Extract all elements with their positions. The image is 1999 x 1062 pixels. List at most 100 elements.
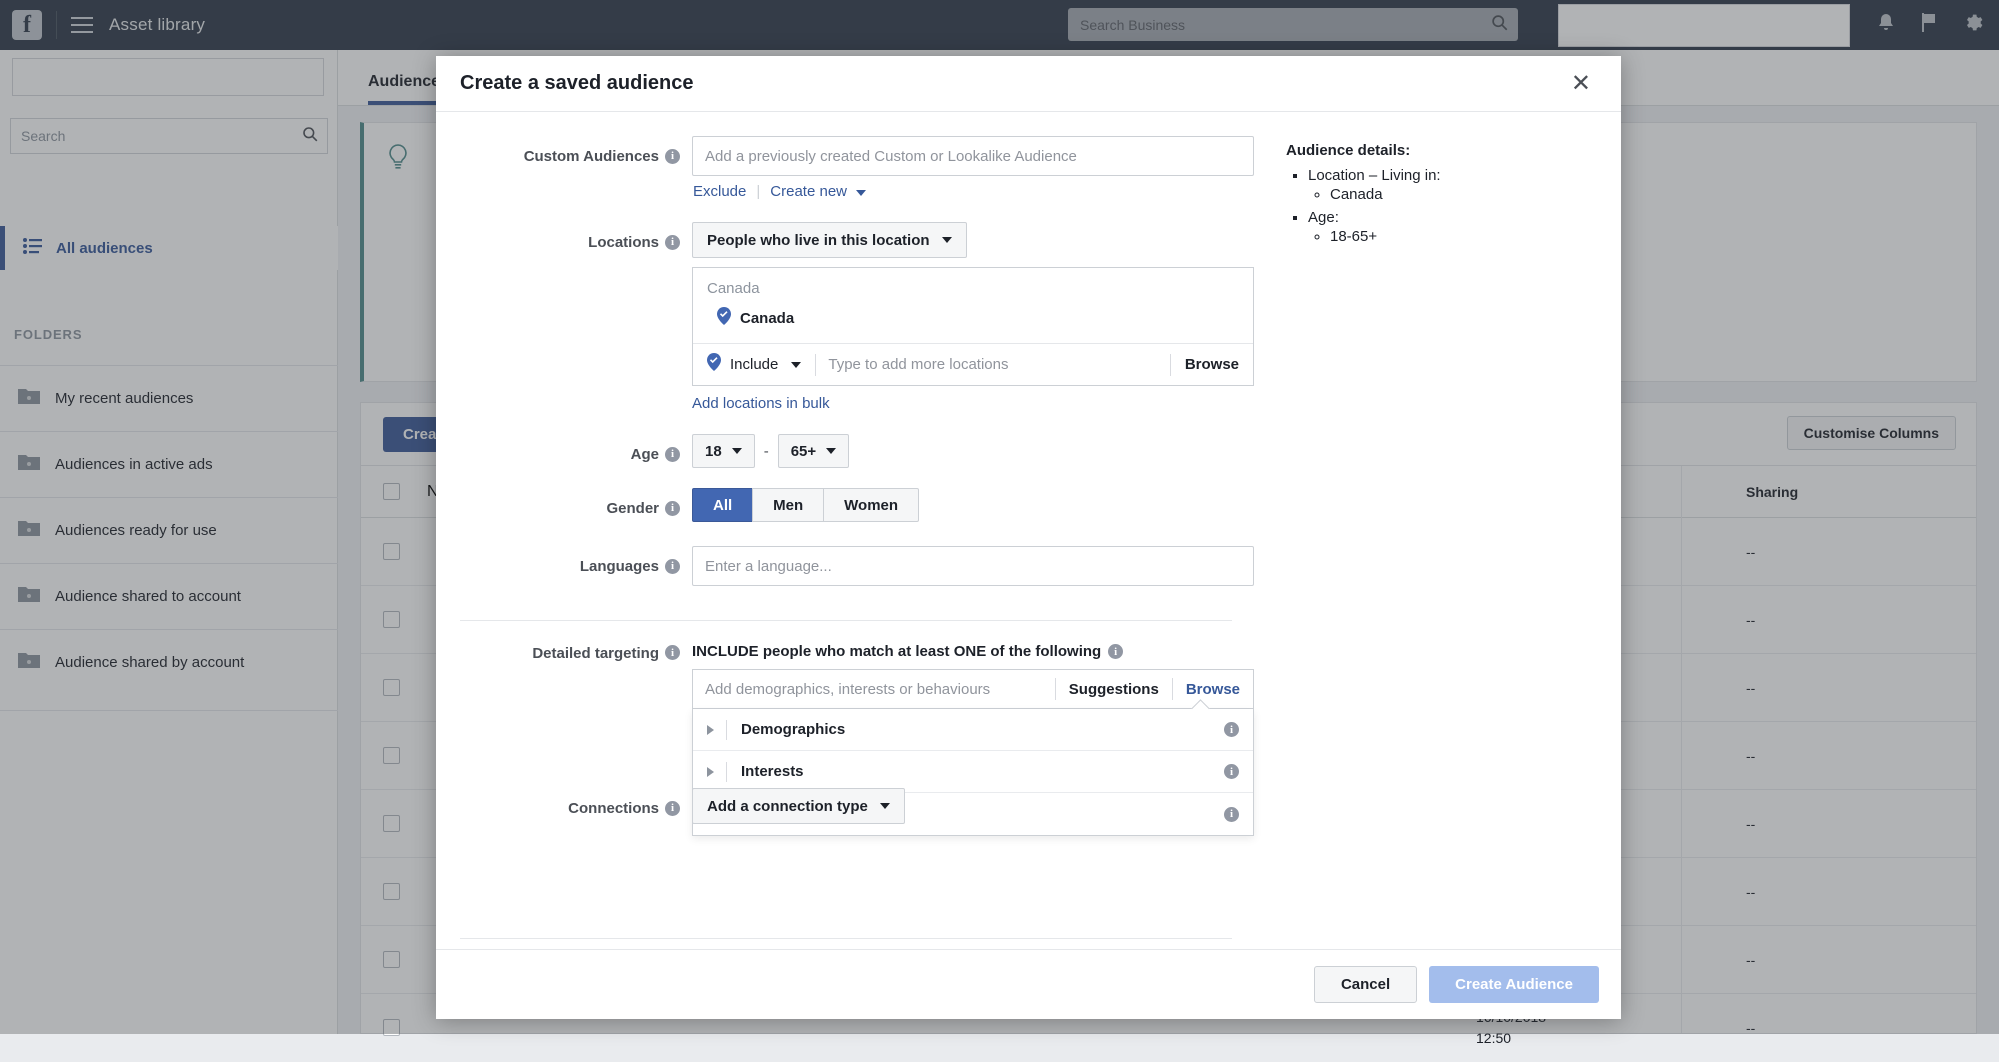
gender-option-all[interactable]: All bbox=[692, 488, 753, 522]
detail-entry-label: Location – Living in: bbox=[1308, 167, 1441, 184]
field-label: Locations i bbox=[436, 222, 692, 262]
chevron-down-icon bbox=[732, 448, 742, 454]
close-icon[interactable]: ✕ bbox=[1565, 71, 1597, 97]
suggestions-button[interactable]: Suggestions bbox=[1056, 681, 1172, 698]
info-icon[interactable]: i bbox=[665, 149, 680, 164]
detail-entry-location: Location – Living in: Canada bbox=[1308, 167, 1601, 203]
info-icon[interactable]: i bbox=[1224, 764, 1239, 779]
add-connection-type-label: Add a connection type bbox=[707, 798, 868, 815]
custom-audiences-input[interactable] bbox=[692, 136, 1254, 176]
detailed-targeting-field: Suggestions Browse bbox=[692, 669, 1254, 709]
audience-details-title: Audience details: bbox=[1286, 142, 1601, 159]
age-min-dropdown[interactable]: 18 bbox=[692, 434, 755, 468]
create-new-link[interactable]: Create new bbox=[770, 183, 866, 200]
field-connections: Connections i Add a connection type bbox=[436, 788, 1256, 828]
field-control: All Men Women bbox=[692, 488, 1256, 522]
selected-location-canada[interactable]: Canada bbox=[693, 301, 1253, 343]
browse-item-demographics[interactable]: Demographics i bbox=[693, 709, 1253, 751]
field-gender: Gender i All Men Women bbox=[436, 488, 1256, 528]
chevron-down-icon bbox=[880, 803, 890, 809]
field-control: People who live in this location Canada … bbox=[692, 222, 1256, 412]
audience-details-list: Location – Living in: Canada Age: 18-65+ bbox=[1286, 167, 1601, 245]
link-separator: | bbox=[756, 183, 760, 200]
detail-values: Canada bbox=[1308, 186, 1601, 203]
include-exclude-dropdown[interactable]: Include bbox=[693, 353, 815, 376]
chevron-right-icon bbox=[707, 767, 714, 777]
add-locations-in-bulk-link[interactable]: Add locations in bulk bbox=[692, 395, 1256, 412]
field-label: Languages i bbox=[436, 546, 692, 586]
detailed-targeting-hint-text: INCLUDE people who match at least ONE of… bbox=[692, 643, 1101, 660]
location-mode-value: People who live in this location bbox=[707, 232, 930, 249]
dialog-header: Create a saved audience ✕ bbox=[436, 56, 1621, 112]
browse-item-label: Demographics bbox=[741, 721, 1224, 738]
custom-audiences-label: Custom Audiences bbox=[524, 148, 659, 165]
locations-label: Locations bbox=[588, 234, 659, 251]
info-icon[interactable]: i bbox=[665, 645, 680, 660]
info-icon[interactable]: i bbox=[665, 501, 680, 516]
field-languages: Languages i bbox=[436, 546, 1256, 586]
field-control: 18 - 65+ bbox=[692, 434, 1256, 468]
audience-details-panel: Audience details: Location – Living in: … bbox=[1256, 112, 1621, 949]
detail-values: 18-65+ bbox=[1308, 228, 1601, 245]
field-control: Exclude | Create new bbox=[692, 136, 1256, 200]
chevron-right-icon bbox=[707, 725, 714, 735]
gender-option-women[interactable]: Women bbox=[823, 488, 919, 522]
browse-item-label: Interests bbox=[741, 763, 1224, 780]
field-label: Detailed targeting i bbox=[436, 643, 692, 683]
field-locations: Locations i People who live in this loca… bbox=[436, 222, 1256, 412]
info-icon[interactable]: i bbox=[665, 801, 680, 816]
connections-label: Connections bbox=[568, 800, 659, 817]
create-audience-submit-button[interactable]: Create Audience bbox=[1429, 966, 1599, 1003]
info-icon[interactable]: i bbox=[665, 559, 680, 574]
detail-value: Canada bbox=[1330, 186, 1601, 203]
cancel-button[interactable]: Cancel bbox=[1314, 966, 1417, 1003]
field-age: Age i 18 - 65+ bbox=[436, 434, 1256, 474]
field-control bbox=[692, 546, 1256, 586]
browse-item-interests[interactable]: Interests i bbox=[693, 751, 1253, 793]
browse-button[interactable]: Browse bbox=[1173, 681, 1253, 698]
selected-location-label: Canada bbox=[740, 310, 794, 327]
field-label: Age i bbox=[436, 434, 692, 474]
field-control: Add a connection type bbox=[692, 788, 1256, 824]
chevron-down-icon bbox=[826, 448, 836, 454]
info-icon[interactable]: i bbox=[665, 447, 680, 462]
field-label: Gender i bbox=[436, 488, 692, 528]
locations-box: Canada Canada In bbox=[692, 267, 1254, 386]
age-min-value: 18 bbox=[705, 443, 722, 460]
detailed-targeting-label: Detailed targeting bbox=[532, 645, 659, 662]
locations-input-row: Include Browse bbox=[693, 343, 1253, 385]
create-new-label: Create new bbox=[770, 183, 847, 200]
languages-label: Languages bbox=[580, 558, 659, 575]
field-custom-audiences: Custom Audiences i Exclude | Create new bbox=[436, 136, 1256, 200]
chevron-down-icon bbox=[791, 362, 801, 368]
field-label: Custom Audiences i bbox=[436, 136, 692, 176]
chevron-down-icon bbox=[856, 190, 866, 196]
languages-input[interactable] bbox=[692, 546, 1254, 586]
age-max-value: 65+ bbox=[791, 443, 816, 460]
audience-form: Custom Audiences i Exclude | Create new bbox=[436, 112, 1256, 949]
add-connection-type-dropdown[interactable]: Add a connection type bbox=[692, 788, 905, 824]
custom-audiences-links: Exclude | Create new bbox=[693, 183, 1256, 200]
locations-browse-button[interactable]: Browse bbox=[1171, 356, 1253, 373]
create-saved-audience-dialog: Create a saved audience ✕ Custom Audienc… bbox=[436, 56, 1621, 1019]
field-label: Connections i bbox=[436, 788, 692, 828]
age-max-dropdown[interactable]: 65+ bbox=[778, 434, 849, 468]
detailed-targeting-input[interactable] bbox=[693, 680, 1055, 699]
info-icon[interactable]: i bbox=[1108, 644, 1123, 659]
divider bbox=[726, 762, 727, 782]
exclude-link[interactable]: Exclude bbox=[693, 183, 746, 200]
add-locations-input[interactable] bbox=[816, 355, 1169, 374]
chevron-down-icon bbox=[942, 237, 952, 243]
info-icon[interactable]: i bbox=[665, 235, 680, 250]
age-label: Age bbox=[631, 446, 659, 463]
gender-option-men[interactable]: Men bbox=[752, 488, 824, 522]
detail-entry-label: Age: bbox=[1308, 209, 1339, 226]
detail-value: 18-65+ bbox=[1330, 228, 1601, 245]
map-pin-icon bbox=[707, 353, 721, 376]
detailed-targeting-hint: INCLUDE people who match at least ONE of… bbox=[692, 643, 1256, 660]
location-mode-dropdown[interactable]: People who live in this location bbox=[692, 222, 967, 258]
location-group-label: Canada bbox=[693, 268, 1253, 301]
dialog-title: Create a saved audience bbox=[460, 72, 693, 95]
info-icon[interactable]: i bbox=[1224, 722, 1239, 737]
age-range-separator: - bbox=[764, 443, 769, 460]
